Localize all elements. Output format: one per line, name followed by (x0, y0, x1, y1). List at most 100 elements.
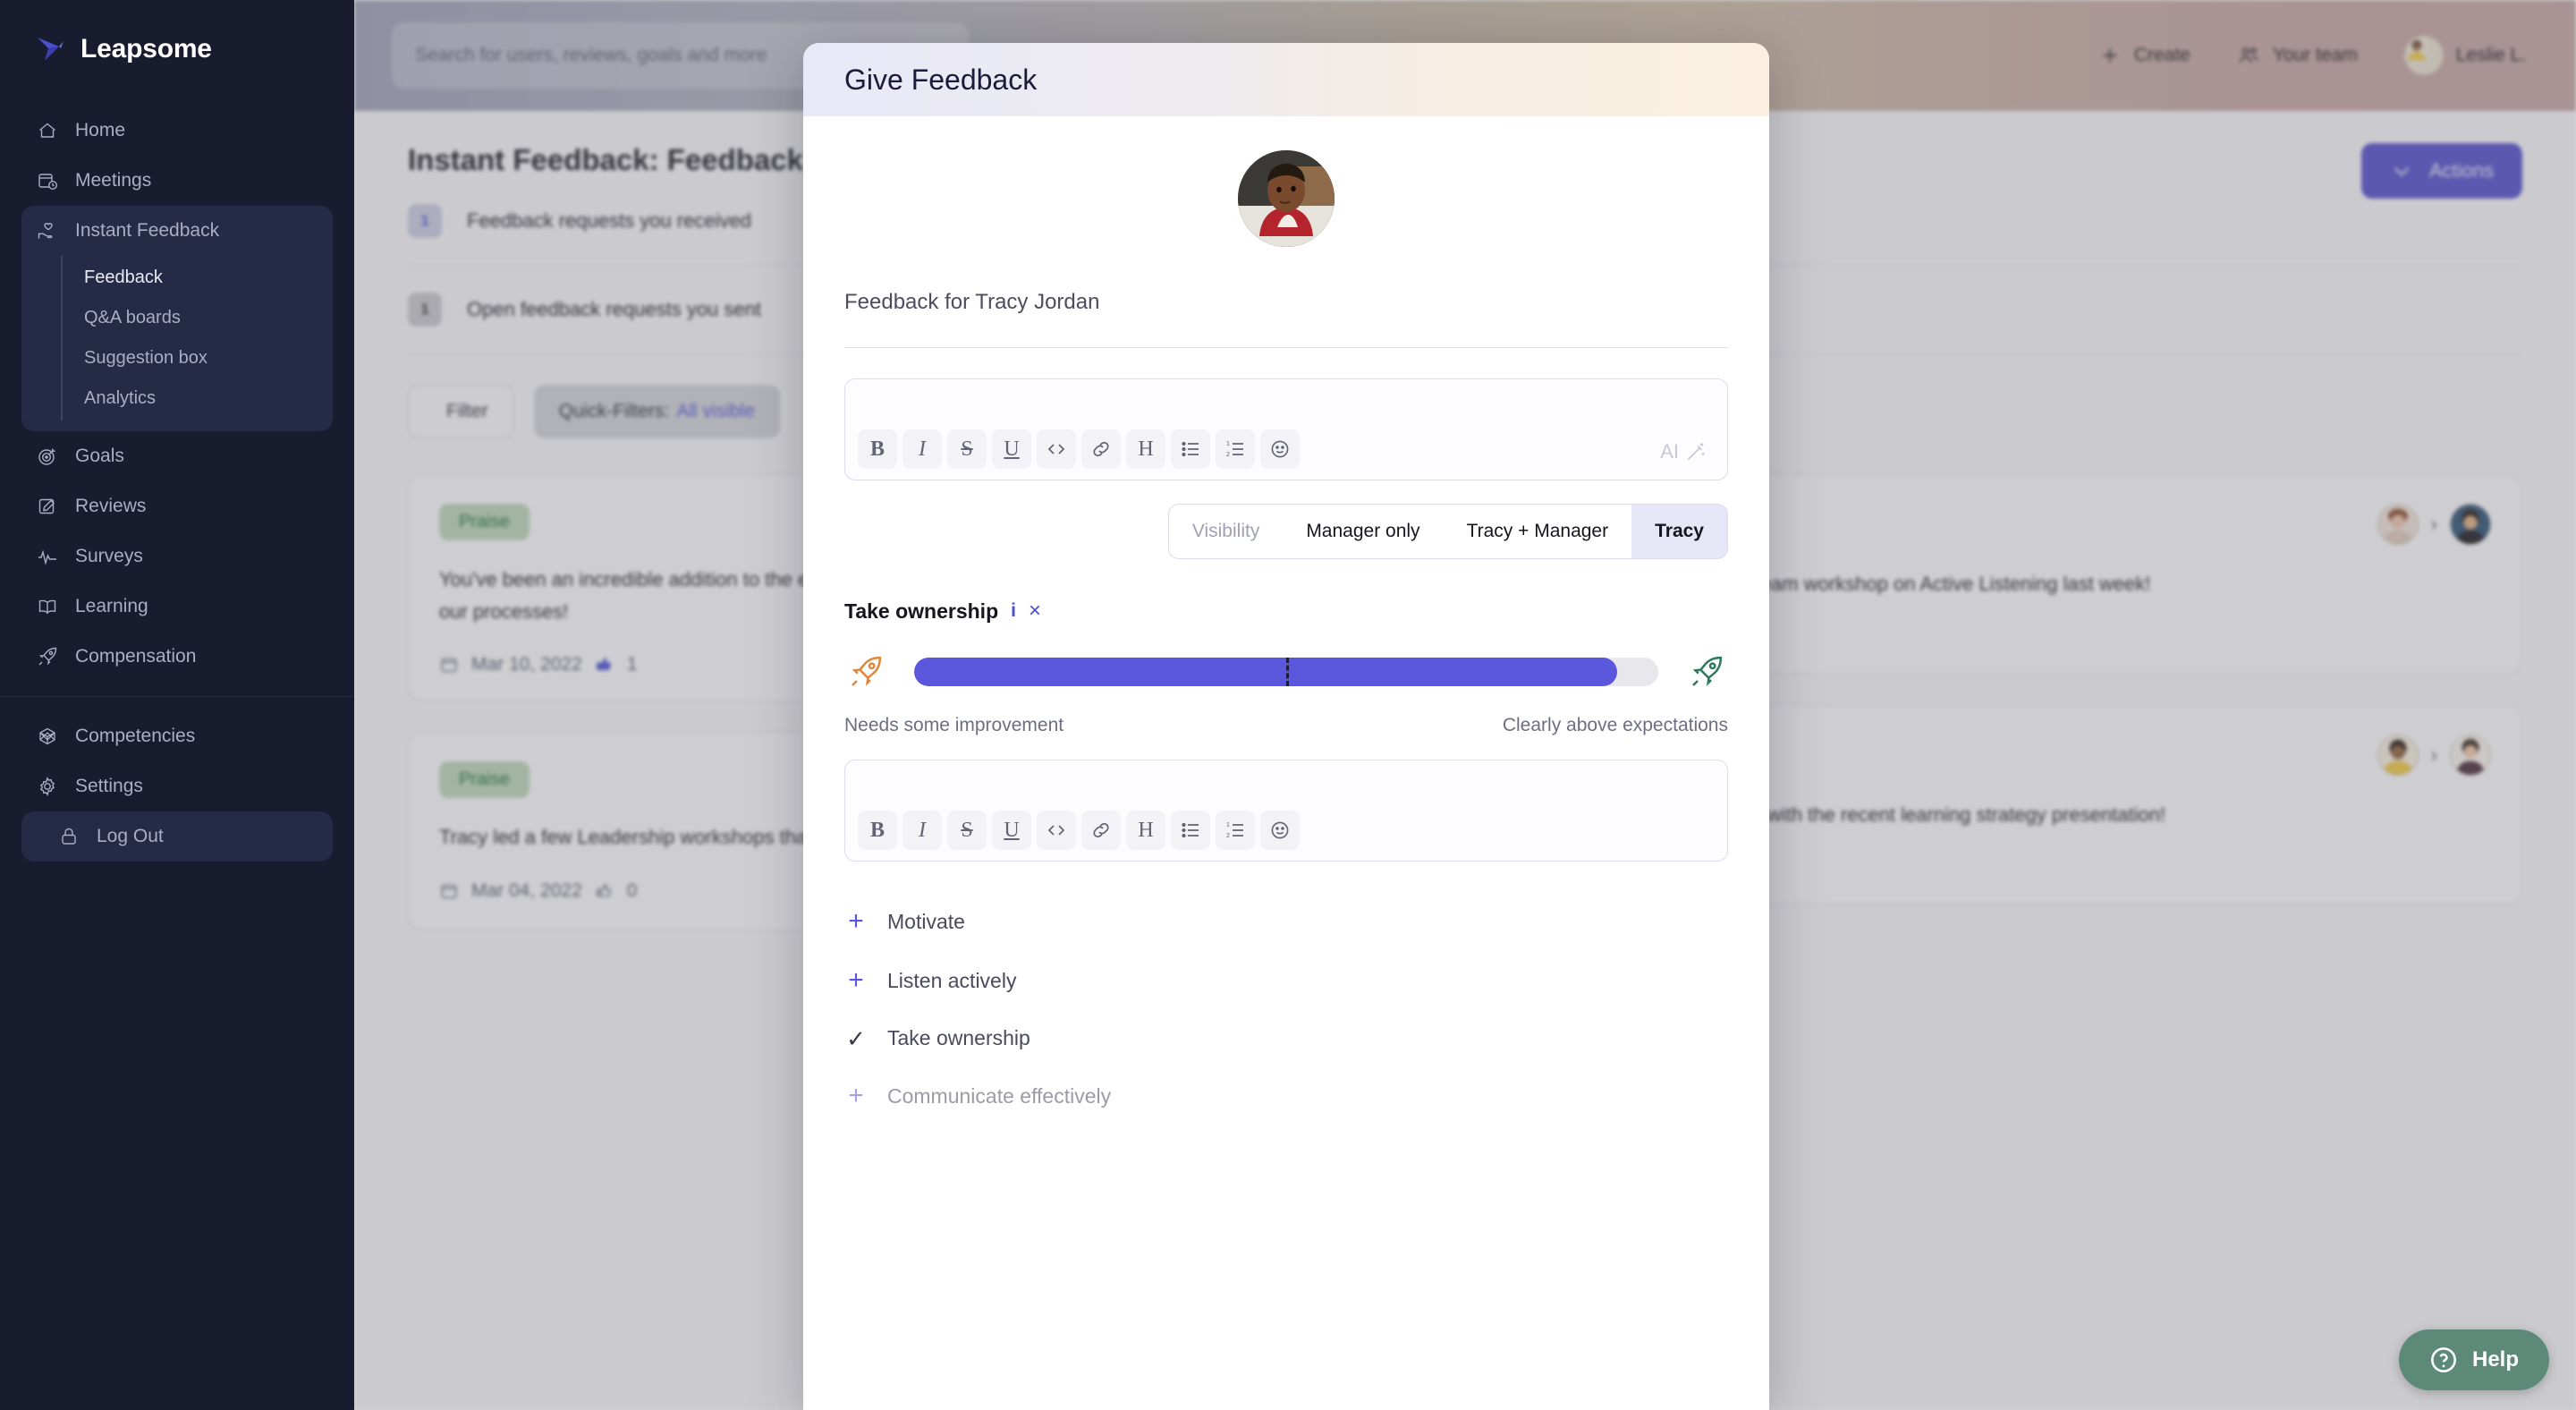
sidebar-item-settings[interactable]: Settings (21, 761, 333, 811)
visibility-row: Visibility Manager only Tracy + Manager … (844, 504, 1728, 559)
avatar-image (2451, 505, 2490, 544)
emoji-icon[interactable] (1260, 429, 1300, 469)
help-button[interactable]: Help (2398, 1329, 2549, 1390)
info-icon[interactable]: i (1011, 600, 1016, 622)
rating-comment-editor[interactable]: B I S U H 12 (844, 760, 1728, 862)
sidebar: Leapsome Home Meetings Instant Feedback … (0, 0, 354, 1410)
sidebar-item-competencies[interactable]: Competencies (21, 711, 333, 761)
italic-icon[interactable]: I (902, 429, 942, 469)
strikethrough-icon[interactable]: S (947, 429, 987, 469)
rocket-high-icon (1685, 650, 1728, 693)
pulse-icon (36, 545, 59, 568)
sidebar-item-label: Goals (75, 446, 124, 466)
sidebar-item-label: Surveys (75, 546, 143, 566)
feedback-editor[interactable]: B I S U H 12 AI (844, 378, 1728, 480)
plus-icon (2103, 48, 2117, 63)
svg-text:1: 1 (1226, 441, 1230, 447)
competency-item-motivate[interactable]: + Motivate (844, 892, 1728, 951)
chevron-down-icon (2394, 167, 2410, 176)
sidebar-divider (0, 696, 354, 697)
calendar-clock-icon (36, 169, 59, 192)
quick-filters-value: All visible (676, 401, 755, 421)
sidebar-item-label: Learning (75, 596, 148, 616)
quick-filters-button[interactable]: Quick-Filters: All visible (533, 385, 780, 438)
request-label: Feedback requests you received (467, 209, 751, 232)
your-team-button[interactable]: Your team (2237, 44, 2358, 67)
bold-icon[interactable]: B (858, 429, 897, 469)
link-icon[interactable] (1081, 811, 1121, 850)
sidebar-item-meetings[interactable]: Meetings (21, 156, 333, 206)
visibility-option-manager-only[interactable]: Manager only (1283, 505, 1443, 558)
svg-text:2: 2 (1226, 452, 1230, 458)
underline-icon[interactable]: U (992, 811, 1031, 850)
sidebar-subitem-qa-boards[interactable]: Q&A boards (61, 298, 333, 338)
plus-icon: + (848, 1081, 864, 1110)
check-icon: ✓ (846, 1024, 866, 1052)
italic-icon[interactable]: I (902, 811, 942, 850)
sidebar-item-goals[interactable]: Goals (21, 431, 333, 481)
user-name: Leslie L. (2455, 45, 2526, 65)
feedback-participants: › (2377, 504, 2491, 545)
visibility-option-tracy-manager[interactable]: Tracy + Manager (1444, 505, 1632, 558)
competency-item-take-ownership[interactable]: ✓ Take ownership (844, 1010, 1728, 1066)
avatar-image (1238, 150, 1335, 247)
numbered-list-icon[interactable]: 12 (1216, 811, 1255, 850)
modal-body: Feedback for Tracy Jordan B I S U H 12 A… (803, 150, 1769, 1125)
avatar-image (2451, 735, 2490, 775)
create-button[interactable]: Create (2098, 44, 2190, 67)
filter-button[interactable]: Filter (408, 385, 514, 438)
strikethrough-icon[interactable]: S (947, 811, 987, 850)
plus-icon: + (848, 965, 864, 995)
code-icon[interactable] (1037, 811, 1076, 850)
competency-label: Listen actively (887, 968, 1017, 992)
hand-heart-icon (36, 219, 59, 242)
brand-logo[interactable]: Leapsome (0, 0, 354, 64)
brand-name: Leapsome (80, 34, 212, 64)
sidebar-item-learning[interactable]: Learning (21, 582, 333, 632)
home-icon (36, 119, 59, 142)
edit-square-icon (36, 495, 59, 518)
link-icon[interactable] (1081, 429, 1121, 469)
avatar-image (2377, 505, 2418, 544)
user-menu[interactable]: Leslie L. (2403, 36, 2526, 75)
bullet-list-icon[interactable] (1171, 811, 1210, 850)
sidebar-item-home[interactable]: Home (21, 106, 333, 156)
numbered-list-icon[interactable]: 12 (1216, 429, 1255, 469)
heading-icon[interactable]: H (1126, 429, 1165, 469)
bold-icon[interactable]: B (858, 811, 897, 850)
visibility-label: Visibility (1191, 521, 1260, 541)
emoji-icon[interactable] (1260, 811, 1300, 850)
sidebar-subitem-analytics[interactable]: Analytics (61, 378, 333, 419)
actions-button[interactable]: Actions (2360, 143, 2522, 199)
sidebar-item-log-out[interactable]: Log Out (43, 811, 311, 862)
sidebar-subitem-suggestion-box[interactable]: Suggestion box (61, 338, 333, 378)
search-placeholder: Search for users, reviews, goals and mor… (415, 45, 767, 65)
underline-icon[interactable]: U (992, 429, 1031, 469)
heading-icon[interactable]: H (1126, 811, 1165, 850)
sidebar-item-instant-feedback[interactable]: Instant Feedback (21, 206, 333, 256)
sidebar-item-surveys[interactable]: Surveys (21, 531, 333, 582)
rating-scale-labels: Needs some improvement Clearly above exp… (844, 715, 1728, 736)
rocket-low-icon (844, 650, 887, 693)
sidebar-subitem-feedback[interactable]: Feedback (61, 258, 333, 298)
sidebar-item-compensation[interactable]: Compensation (21, 632, 333, 682)
feedback-date: Mar 10, 2022 (471, 654, 582, 675)
rating-slider[interactable] (914, 658, 1658, 686)
your-team-label: Your team (2272, 45, 2358, 65)
target-icon (36, 445, 59, 468)
ai-assist-button[interactable]: AI (1660, 440, 1707, 463)
sidebar-item-reviews[interactable]: Reviews (21, 481, 333, 531)
visibility-selector: Visibility Manager only Tracy + Manager … (1167, 504, 1728, 559)
question-circle-icon (2431, 1347, 2456, 1372)
thumbs-up-icon (596, 657, 611, 671)
close-icon[interactable]: × (1029, 599, 1041, 624)
request-label: Open feedback requests you sent (467, 298, 761, 320)
avatar-image (2404, 37, 2428, 60)
svg-text:1: 1 (1226, 822, 1230, 828)
modal-header: Give Feedback (803, 43, 1769, 116)
bullet-list-icon[interactable] (1171, 429, 1210, 469)
competency-item-communicate-effectively[interactable]: + Communicate effectively (844, 1066, 1728, 1125)
competency-item-listen-actively[interactable]: + Listen actively (844, 951, 1728, 1010)
visibility-option-tracy[interactable]: Tracy (1631, 505, 1727, 558)
code-icon[interactable] (1037, 429, 1076, 469)
